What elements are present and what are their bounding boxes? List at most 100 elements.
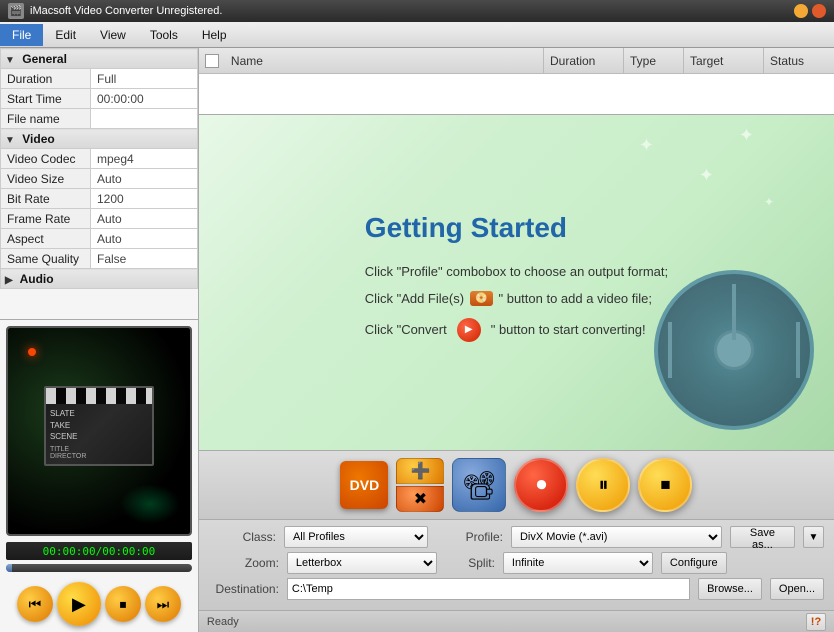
menu-tools[interactable]: Tools xyxy=(138,24,190,46)
green-swirl xyxy=(120,484,180,524)
prop-val-videosize[interactable]: Auto xyxy=(91,169,198,189)
col-duration-header: Duration xyxy=(544,48,624,74)
menu-edit[interactable]: Edit xyxy=(43,24,88,46)
properties-area: ▼ General Duration Full Start Time 00:00… xyxy=(0,48,198,320)
zoom-label: Zoom: xyxy=(209,556,279,570)
col-target-header: Target xyxy=(684,48,764,74)
time-bar: 00:00:00/00:00:00 xyxy=(6,542,192,560)
section-general[interactable]: ▼ General xyxy=(1,49,198,69)
save-as-button[interactable]: Save as... xyxy=(730,526,795,548)
prop-val-bitrate[interactable]: 1200 xyxy=(91,189,198,209)
destination-input[interactable] xyxy=(287,578,690,600)
prop-row-filename: File name xyxy=(1,109,198,129)
col-name-header: Name xyxy=(225,48,544,74)
preview-area: SLATETAKESCENE TITLEDIRECTOR xyxy=(6,326,192,536)
add-files-icon: 📀 xyxy=(470,291,492,306)
gs-step1: Click "Profile" combobox to choose an ou… xyxy=(365,264,668,279)
prop-row-bitrate: Bit Rate 1200 xyxy=(1,189,198,209)
prop-key-videocodec: Video Codec xyxy=(1,149,91,169)
prop-row-samequality: Same Quality False xyxy=(1,249,198,269)
class-label: Class: xyxy=(209,530,276,544)
save-as-dropdown[interactable]: ▼ xyxy=(803,526,824,548)
col-check xyxy=(199,54,225,68)
getting-started: ✦ ✦ ✦ ✦ Getting Started Click "Profile" … xyxy=(199,115,834,450)
prop-row-videosize: Video Size Auto xyxy=(1,169,198,189)
help-button[interactable]: !? xyxy=(806,613,826,631)
glow-dot xyxy=(28,348,36,356)
prop-row-aspect: Aspect Auto xyxy=(1,229,198,249)
prop-key-samequality: Same Quality xyxy=(1,249,91,269)
close-button[interactable] xyxy=(812,4,826,18)
clap-body: SLATETAKESCENE TITLEDIRECTOR xyxy=(44,386,154,466)
forward-button[interactable]: ⏭ xyxy=(145,586,181,622)
prop-key-starttime: Start Time xyxy=(1,89,91,109)
stop-button[interactable]: ⏹ xyxy=(105,586,141,622)
gs-step1-text: Click "Profile" combobox to choose an ou… xyxy=(365,264,668,279)
reel-spoke-1 xyxy=(732,284,736,340)
prop-val-starttime[interactable]: 00:00:00 xyxy=(91,89,198,109)
menu-bar: File Edit View Tools Help xyxy=(0,22,834,48)
general-label: General xyxy=(22,52,67,66)
file-list-area: Name Duration Type Target Status xyxy=(199,48,834,115)
sparkle-1: ✦ xyxy=(639,135,654,156)
add-files-button[interactable]: ➕ xyxy=(396,458,444,484)
prop-val-samequality[interactable]: False xyxy=(91,249,198,269)
prop-key-bitrate: Bit Rate xyxy=(1,189,91,209)
file-list-body xyxy=(199,74,834,114)
browse-button[interactable]: Browse... xyxy=(698,578,762,600)
class-select[interactable]: All Profiles Video Audio Device xyxy=(284,526,428,548)
rewind-button[interactable]: ⏮ xyxy=(17,586,53,622)
section-video[interactable]: ▼ Video xyxy=(1,129,198,149)
dvd-label: DVD xyxy=(350,477,380,493)
toolbar: DVD ➕ ✖ 📽 ⏺ ⏸ ⏹ xyxy=(199,450,834,520)
profile-select-button[interactable]: 📽 xyxy=(452,458,506,512)
sparkle-2: ✦ xyxy=(699,165,714,186)
remove-files-button[interactable]: ✖ xyxy=(396,486,444,512)
profile-select[interactable]: DivX Movie (*.avi) MP4 Video AVI Video xyxy=(511,526,722,548)
audio-toggle[interactable]: ▶ xyxy=(5,275,13,286)
app-icon: 🎬 xyxy=(8,3,24,19)
open-button[interactable]: Open... xyxy=(770,578,824,600)
left-panel: ▼ General Duration Full Start Time 00:00… xyxy=(0,48,199,632)
menu-view[interactable]: View xyxy=(88,24,138,46)
prop-key-framerate: Frame Rate xyxy=(1,209,91,229)
stop-convert-button[interactable]: ⏹ xyxy=(638,458,692,512)
progress-fill xyxy=(6,564,12,572)
convert-button[interactable]: ⏺ xyxy=(514,458,568,512)
title-bar: 🎬 iMacsoft Video Converter Unregistered. xyxy=(0,0,834,22)
menu-help[interactable]: Help xyxy=(190,24,239,46)
playback-controls: ⏮ ▶ ⏹ ⏭ xyxy=(0,576,198,632)
prop-val-aspect[interactable]: Auto xyxy=(91,229,198,249)
add-remove-group: ➕ ✖ xyxy=(396,458,444,512)
prop-val-framerate[interactable]: Auto xyxy=(91,209,198,229)
add-dvd-button[interactable]: DVD xyxy=(340,461,388,509)
general-toggle[interactable]: ▼ xyxy=(5,55,15,66)
prop-val-filename[interactable] xyxy=(91,109,198,129)
zoom-select[interactable]: Letterbox Pan & Scan Full Screen xyxy=(287,552,437,574)
progress-bar[interactable] xyxy=(6,564,192,572)
minimize-button[interactable] xyxy=(794,4,808,18)
clap-stripes xyxy=(46,388,152,404)
prop-key-aspect: Aspect xyxy=(1,229,91,249)
section-audio[interactable]: ▶ Audio xyxy=(1,269,198,289)
prop-val-videocodec[interactable]: mpeg4 xyxy=(91,149,198,169)
header-checkbox[interactable] xyxy=(205,54,219,68)
pause-button[interactable]: ⏸ xyxy=(576,458,630,512)
bottom-controls: Class: All Profiles Video Audio Device P… xyxy=(199,520,834,610)
play-button[interactable]: ▶ xyxy=(57,582,101,626)
profile-label: Profile: xyxy=(436,530,503,544)
prop-val-duration[interactable]: Full xyxy=(91,69,198,89)
clap-sub: TITLEDIRECTOR xyxy=(50,446,148,460)
gs-step2-text2: " button to add a video file; xyxy=(499,291,653,306)
video-label: Video xyxy=(22,132,54,146)
class-profile-row: Class: All Profiles Video Audio Device P… xyxy=(209,526,824,548)
menu-file[interactable]: File xyxy=(0,24,43,46)
split-select[interactable]: Infinite By Size By Time xyxy=(503,552,653,574)
preview-inner: SLATETAKESCENE TITLEDIRECTOR xyxy=(8,328,190,534)
video-toggle[interactable]: ▼ xyxy=(5,135,15,146)
gs-step3-text1: Click "Convert xyxy=(365,322,447,337)
prop-row-framerate: Frame Rate Auto xyxy=(1,209,198,229)
status-bar: Ready !? xyxy=(199,610,834,632)
sparkle-4: ✦ xyxy=(764,195,774,209)
configure-button[interactable]: Configure xyxy=(661,552,727,574)
